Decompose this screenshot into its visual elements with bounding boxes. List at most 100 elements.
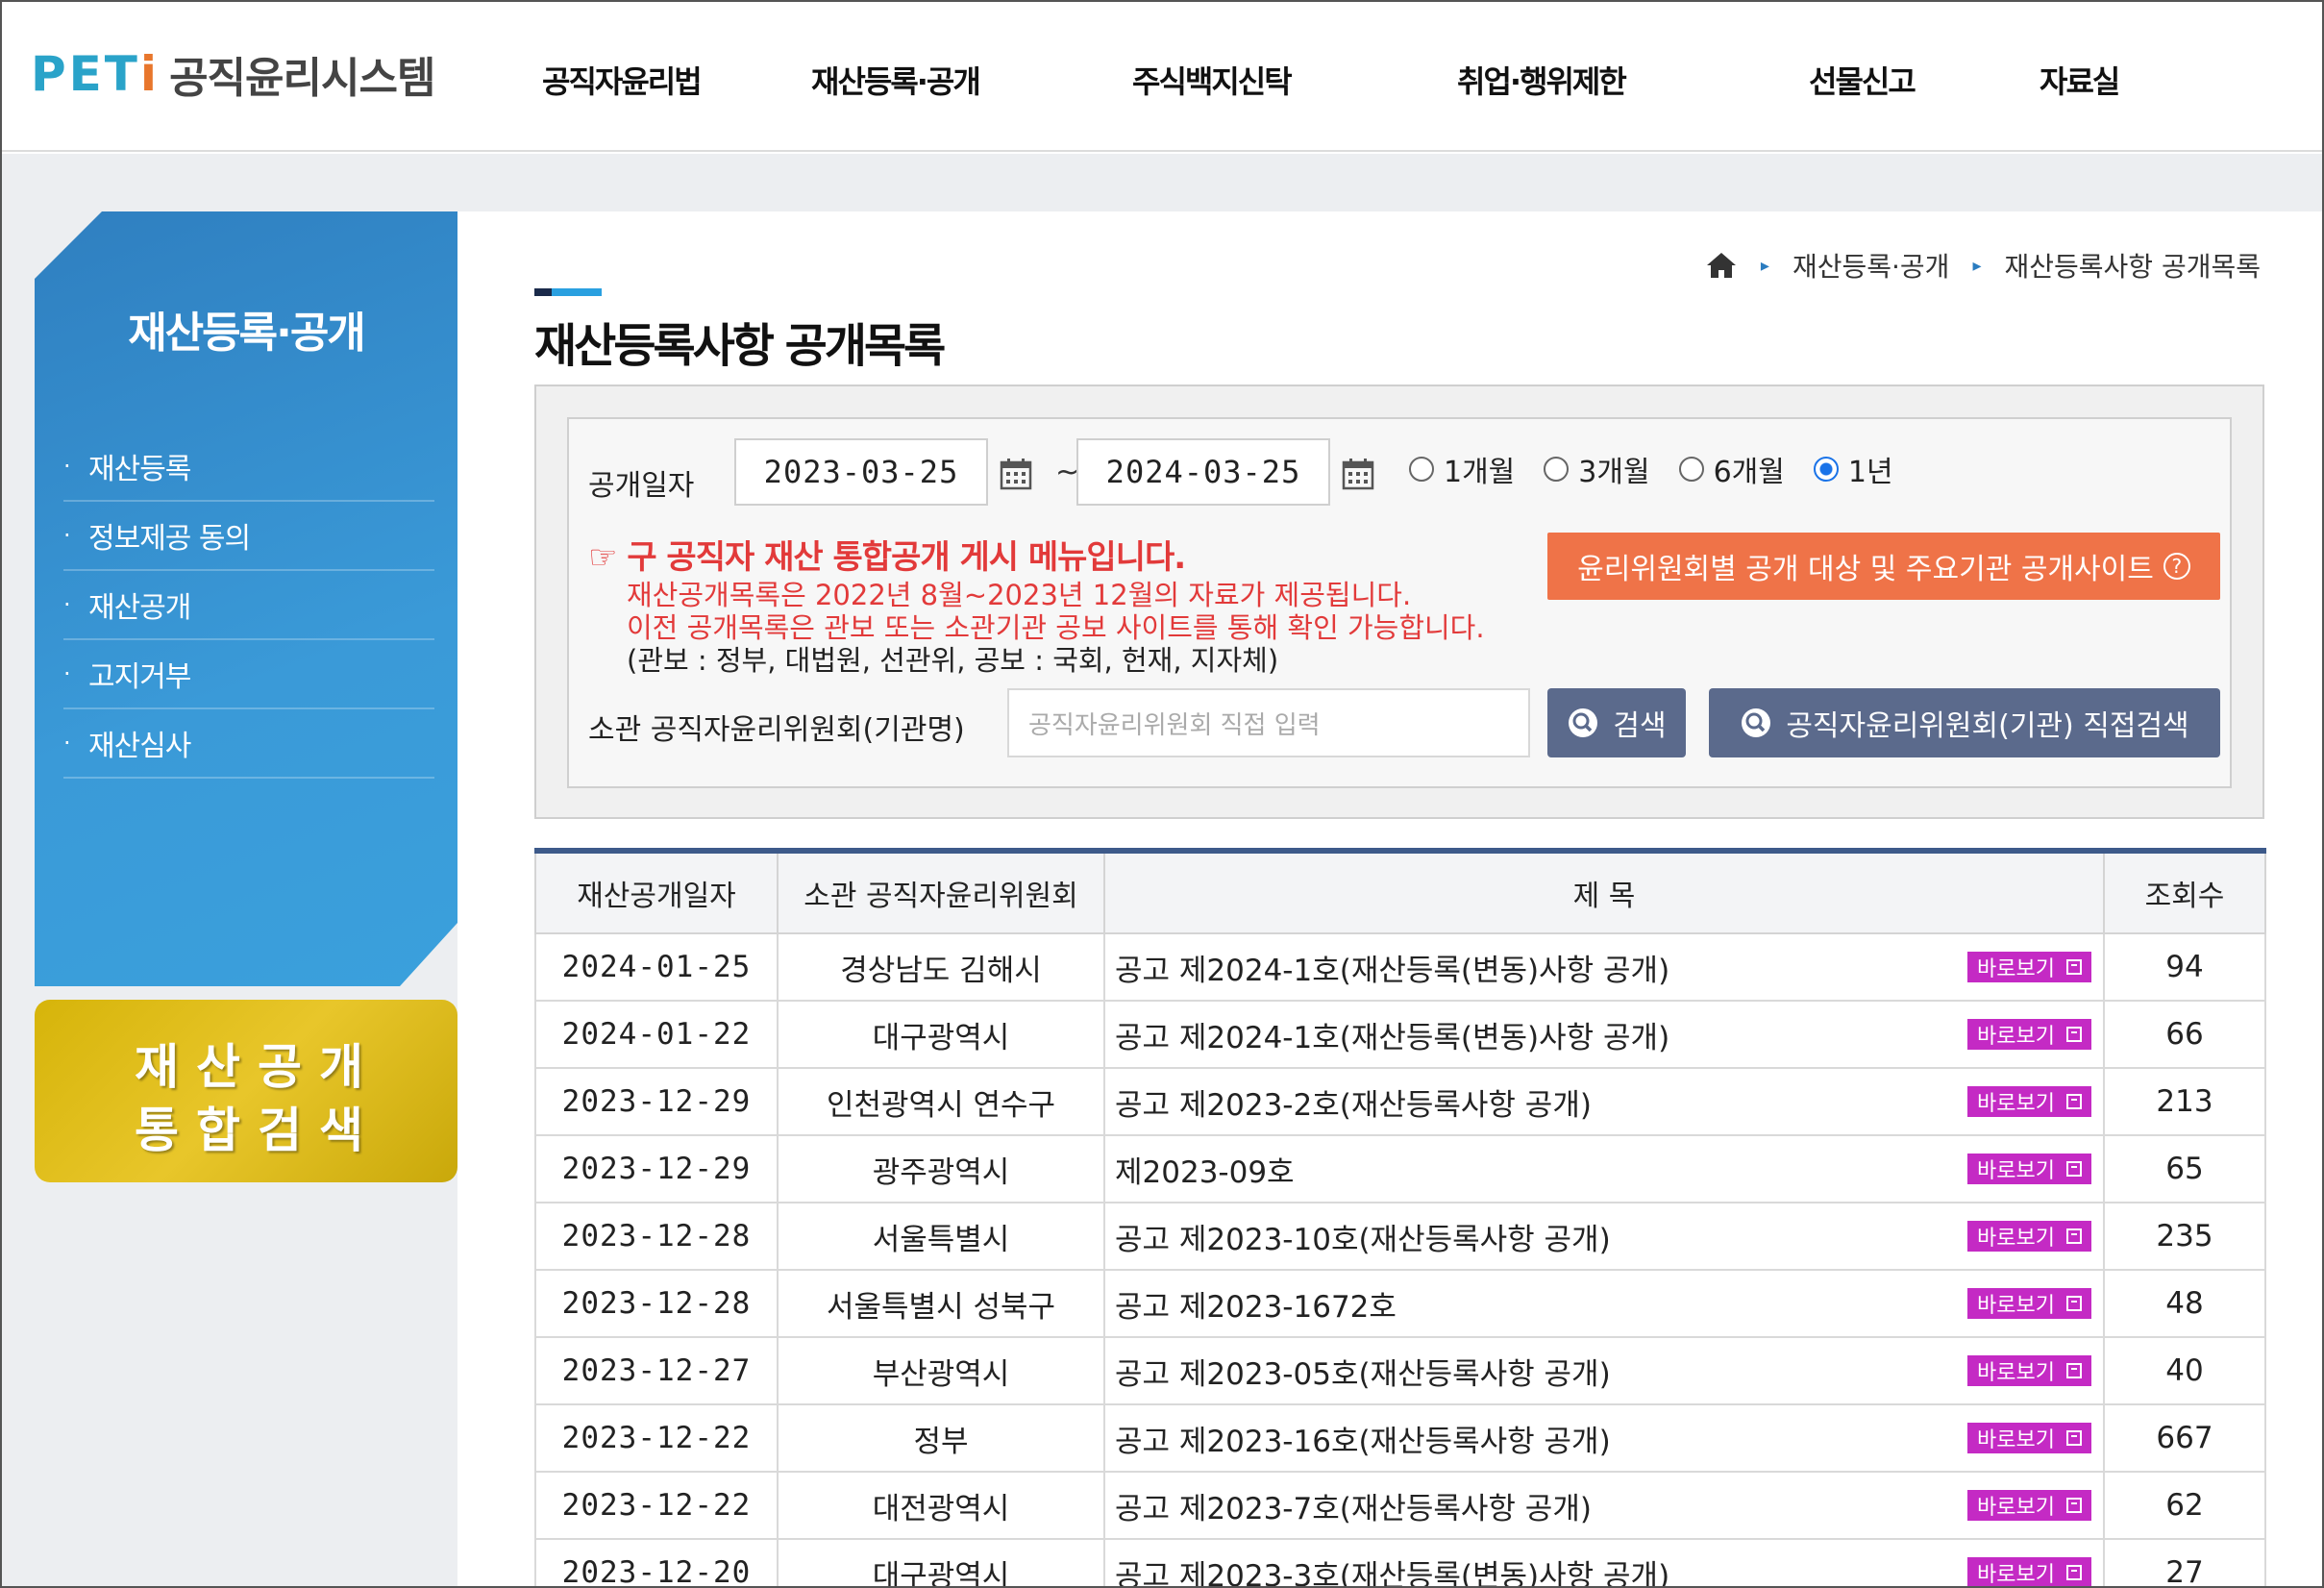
breadcrumb-separator-icon: ▸ — [1972, 255, 1982, 276]
view-button[interactable]: 바로보기 — [1967, 1154, 2091, 1184]
table-row[interactable]: 2023-12-28 서울특별시 성북구 공고 제2023-1672호 바로보기 48 — [534, 1269, 2266, 1338]
view-button[interactable]: 바로보기 — [1967, 1221, 2091, 1252]
nav-archive[interactable]: 자료실 — [2040, 58, 2120, 102]
table-row[interactable]: 2023-12-22 대전광역시 공고 제2023-7호(재산등록사항 공개) 바로보… — [534, 1471, 2266, 1540]
cell-committee: 인천광역시 연수구 — [777, 1067, 1105, 1136]
nav-employment-limit[interactable]: 취업·행위제한 — [1457, 58, 1627, 102]
view-button[interactable]: 바로보기 — [1967, 1288, 2091, 1319]
home-icon[interactable] — [1705, 251, 1738, 280]
radio-button-selected[interactable] — [1813, 457, 1839, 482]
title-link[interactable]: 공고 제2023-2호(재산등록사항 공개) — [1115, 1088, 1592, 1123]
radio-6months[interactable]: 6개월 — [1678, 448, 1785, 490]
bullet-icon: · — [63, 591, 71, 618]
view-button[interactable]: 바로보기 — [1967, 1019, 2091, 1050]
cell-title[interactable]: 공고 제2023-1672호 바로보기 — [1103, 1269, 2105, 1338]
cell-title[interactable]: 공고 제2024-1호(재산등록(변동)사항 공개) 바로보기 — [1103, 1000, 2105, 1069]
cell-title[interactable]: 공고 제2023-3호(재산등록(변동)사항 공개) 바로보기 — [1103, 1538, 2105, 1587]
table-row[interactable]: 2023-12-29 인천광역시 연수구 공고 제2023-2호(재산등록사항 공개… — [534, 1067, 2266, 1136]
radio-button[interactable] — [1544, 457, 1570, 482]
sidebar-item-asset-registration[interactable]: · 재산등록 — [63, 433, 434, 502]
view-button[interactable]: 바로보기 — [1967, 1086, 2091, 1117]
sidebar-item-refusal[interactable]: · 고지거부 — [63, 640, 434, 709]
view-button-label: 바로보기 — [1977, 1428, 2055, 1452]
title-link[interactable]: 공고 제2023-1672호 — [1115, 1290, 1397, 1325]
table-row[interactable]: 2023-12-22 정부 공고 제2023-16호(재산등록사항 공개) 바로보기 6… — [534, 1403, 2266, 1473]
cell-title[interactable]: 공고 제2024-1호(재산등록(변동)사항 공개) 바로보기 — [1103, 932, 2105, 1002]
cell-title[interactable]: 공고 제2023-10호(재산등록사항 공개) 바로보기 — [1103, 1202, 2105, 1271]
title-link[interactable]: 공고 제2023-10호(재산등록사항 공개) — [1115, 1223, 1611, 1257]
title-link[interactable]: 공고 제2024-1호(재산등록(변동)사항 공개) — [1115, 1021, 1669, 1055]
breadcrumb-current[interactable]: 재산등록사항 공개목록 — [2004, 246, 2261, 285]
notice-heading: ☞ 구 공직자 재산 통합공개 게시 메뉴입니다. — [588, 538, 1186, 577]
view-button-label: 바로보기 — [1977, 1563, 2055, 1587]
date-to-input[interactable]: 2024-03-25 — [1076, 438, 1330, 506]
cell-title[interactable]: 공고 제2023-16호(재산등록사항 공개) 바로보기 — [1103, 1403, 2105, 1473]
radio-1month[interactable]: 1개월 — [1409, 448, 1515, 490]
integrated-search-banner[interactable]: 재산공개 통합검색 — [35, 1000, 457, 1182]
title-link[interactable]: 공고 제2023-3호(재산등록(변동)사항 공개) — [1115, 1559, 1669, 1587]
sidebar-item-label: 고지거부 — [88, 660, 191, 694]
nav-gift-report[interactable]: 선물신고 — [1809, 58, 1916, 102]
sidebar-item-info-consent[interactable]: · 정보제공 동의 — [63, 502, 434, 571]
search-button[interactable]: 검색 — [1547, 688, 1686, 757]
breadcrumb-item[interactable]: 재산등록·공개 — [1792, 246, 1949, 285]
sidebar-item-asset-disclosure[interactable]: · 재산공개 — [63, 571, 434, 640]
sidebar-item-label: 재산등록 — [88, 453, 191, 486]
cell-views: 66 — [2103, 1000, 2266, 1069]
table-row[interactable]: 2024-01-25 경상남도 김해시 공고 제2024-1호(재산등록(변동)사항… — [534, 932, 2266, 1002]
sidebar-item-asset-review[interactable]: · 재산심사 — [63, 709, 434, 779]
sidebar-item-label: 재산공개 — [88, 591, 191, 625]
view-button[interactable]: 바로보기 — [1967, 1355, 2091, 1386]
org-label: 소관 공직자윤리위원회(기관명) — [588, 713, 965, 747]
direct-search-button[interactable]: 공직자윤리위원회(기관) 직접검색 — [1709, 688, 2220, 757]
period-radio-group: 1개월 3개월 6개월 1년 — [1409, 448, 1893, 490]
direct-search-label: 공직자윤리위원회(기관) 직접검색 — [1786, 709, 2189, 743]
cell-committee: 경상남도 김해시 — [777, 932, 1105, 1002]
nav-asset-disclosure[interactable]: 재산등록·공개 — [811, 58, 981, 102]
radio-button[interactable] — [1678, 457, 1704, 482]
cell-views: 40 — [2103, 1336, 2266, 1405]
calendar-icon[interactable] — [1000, 458, 1032, 490]
col-header-date: 재산공개일자 — [534, 850, 779, 934]
cell-title[interactable]: 공고 제2023-2호(재산등록사항 공개) 바로보기 — [1103, 1067, 2105, 1136]
view-button[interactable]: 바로보기 — [1967, 952, 2091, 982]
cell-title[interactable]: 공고 제2023-7호(재산등록사항 공개) 바로보기 — [1103, 1471, 2105, 1540]
table-row[interactable]: 2023-12-28 서울특별시 공고 제2023-10호(재산등록사항 공개) 바로… — [534, 1202, 2266, 1271]
nav-ethics-law[interactable]: 공직자윤리법 — [542, 58, 703, 102]
title-link[interactable]: 공고 제2023-16호(재산등록사항 공개) — [1115, 1425, 1611, 1459]
cell-title[interactable]: 공고 제2023-05호(재산등록사항 공개) 바로보기 — [1103, 1336, 2105, 1405]
external-link-icon — [2066, 1296, 2082, 1311]
table-row[interactable]: 2023-12-27 부산광역시 공고 제2023-05호(재산등록사항 공개) 바로… — [534, 1336, 2266, 1405]
cell-date: 2023-12-27 — [534, 1336, 779, 1405]
search-magnifier-icon — [1569, 708, 1598, 737]
disclosure-sites-button[interactable]: 윤리위원회별 공개 대상 및 주요기관 공개사이트 ? — [1547, 533, 2220, 600]
external-link-icon — [2066, 1228, 2082, 1244]
view-button-label: 바로보기 — [1977, 1361, 2055, 1385]
table-row[interactable]: 2023-12-29 광주광역시 제2023-09호 바로보기 65 — [534, 1134, 2266, 1203]
radio-3months[interactable]: 3개월 — [1544, 448, 1650, 490]
view-button[interactable]: 바로보기 — [1967, 1557, 2091, 1587]
title-link[interactable]: 공고 제2024-1호(재산등록(변동)사항 공개) — [1115, 954, 1669, 988]
table-row[interactable]: 2024-01-22 대구광역시 공고 제2024-1호(재산등록(변동)사항 공개… — [534, 1000, 2266, 1069]
view-button[interactable]: 바로보기 — [1967, 1423, 2091, 1453]
title-link[interactable]: 공고 제2023-7호(재산등록사항 공개) — [1115, 1492, 1592, 1526]
nav-blind-trust[interactable]: 주식백지신탁 — [1132, 58, 1293, 102]
title-link[interactable]: 제2023-09호 — [1115, 1155, 1295, 1190]
title-link[interactable]: 공고 제2023-05호(재산등록사항 공개) — [1115, 1357, 1611, 1392]
date-from-input[interactable]: 2023-03-25 — [734, 438, 988, 506]
cell-title[interactable]: 제2023-09호 바로보기 — [1103, 1134, 2105, 1203]
radio-1year[interactable]: 1년 — [1813, 448, 1893, 490]
view-button-label: 바로보기 — [1977, 1496, 2055, 1520]
cell-date: 2024-01-22 — [534, 1000, 779, 1069]
external-link-icon — [2066, 1430, 2082, 1446]
search-magnifier-icon — [1742, 708, 1771, 737]
external-link-icon — [2066, 1565, 2082, 1580]
radio-button[interactable] — [1409, 457, 1434, 482]
org-search-input[interactable]: 공직자윤리위원회 직접 입력 — [1007, 688, 1530, 757]
cell-views: 213 — [2103, 1067, 2266, 1136]
page-frame: PETi 공직윤리시스템 공직자윤리법 재산등록·공개 주식백지신탁 취업·행위… — [0, 0, 2324, 1588]
calendar-icon[interactable] — [1342, 458, 1374, 490]
external-link-icon — [2066, 1498, 2082, 1513]
table-row[interactable]: 2023-12-20 대구광역시 공고 제2023-3호(재산등록(변동)사항 공개… — [534, 1538, 2266, 1587]
view-button[interactable]: 바로보기 — [1967, 1490, 2091, 1521]
